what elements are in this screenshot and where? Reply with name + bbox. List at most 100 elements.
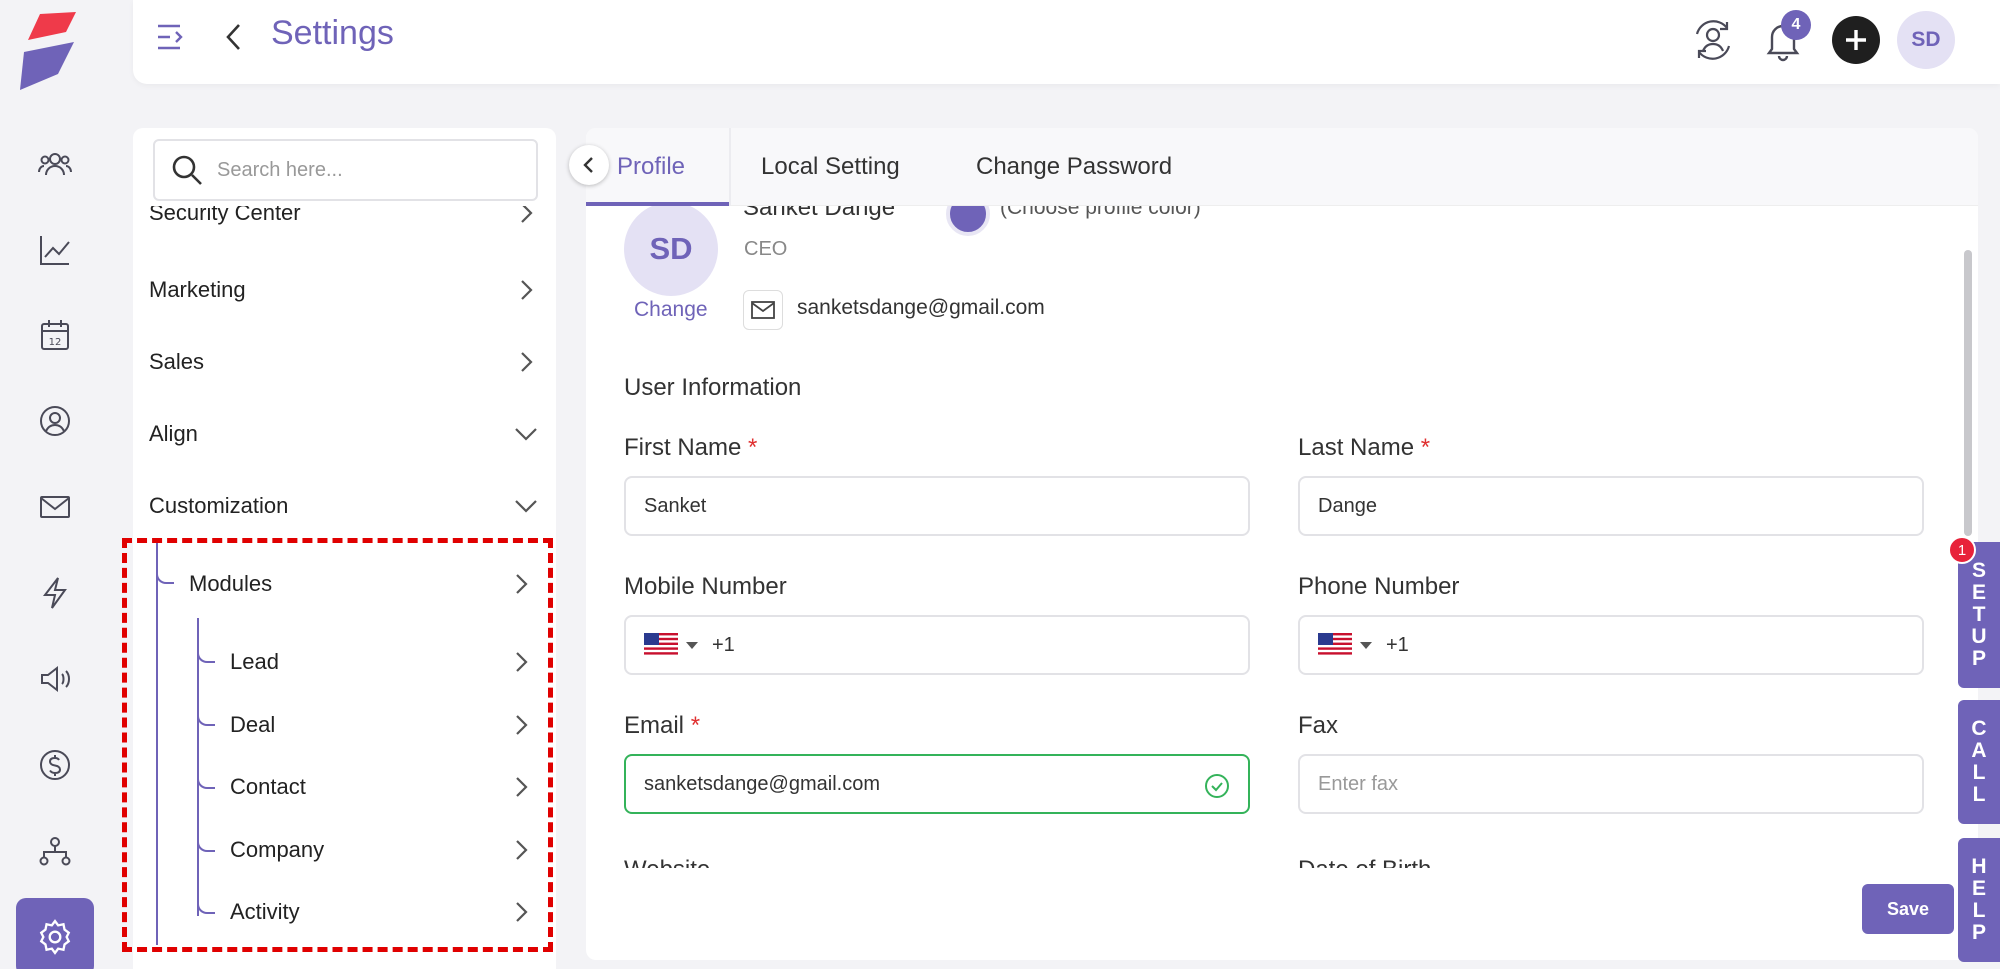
submenu-item-label: Lead bbox=[230, 649, 279, 674]
users-icon[interactable] bbox=[31, 140, 79, 188]
menu-item-security-center[interactable]: Security Center bbox=[149, 206, 539, 240]
chevron-right-icon bbox=[516, 715, 528, 735]
email-label: Email * bbox=[624, 712, 700, 740]
first-name-label: First Name * bbox=[624, 434, 757, 462]
top-bar: Settings bbox=[133, 0, 2000, 84]
settings-icon[interactable] bbox=[16, 898, 94, 969]
search-input[interactable] bbox=[217, 158, 517, 182]
call-side-tab[interactable]: C A L L bbox=[1958, 700, 2000, 824]
menu-item-label: Customization bbox=[149, 493, 289, 518]
sidebar-toggle-icon[interactable] bbox=[155, 20, 189, 54]
us-flag-icon[interactable] bbox=[1318, 633, 1352, 657]
menu-item-sales[interactable]: Sales bbox=[149, 338, 539, 386]
menu-item-customization[interactable]: Customization bbox=[149, 482, 539, 530]
contacts-icon[interactable] bbox=[31, 397, 79, 445]
mail-icon[interactable] bbox=[31, 483, 79, 531]
user-avatar[interactable]: SD bbox=[1897, 11, 1955, 69]
field-value: Dange bbox=[1318, 494, 1377, 517]
tab-profile[interactable]: Profile bbox=[617, 128, 685, 206]
phone-number-field[interactable]: +1 bbox=[1298, 615, 1924, 675]
add-button[interactable] bbox=[1832, 16, 1880, 64]
last-name-label: Last Name * bbox=[1298, 434, 1430, 462]
analytics-icon[interactable] bbox=[31, 226, 79, 274]
tab-letter: E bbox=[1971, 877, 1986, 900]
menu-item-modules[interactable]: Modules bbox=[189, 562, 534, 606]
website-label: Website bbox=[624, 856, 710, 868]
first-name-field[interactable]: Sanket bbox=[624, 476, 1250, 536]
automation-icon[interactable] bbox=[31, 569, 79, 617]
submenu-item-label: Contact bbox=[230, 774, 306, 799]
profile-scroll-area[interactable]: SD Change Sanket Dange CEO (Choose profi… bbox=[586, 206, 1978, 960]
billing-icon[interactable] bbox=[31, 741, 79, 789]
tab-letter: P bbox=[1971, 921, 1986, 944]
chevron-down-icon bbox=[515, 428, 537, 441]
country-dropdown-caret[interactable] bbox=[686, 641, 698, 649]
setup-side-tab[interactable]: S E T U P bbox=[1958, 542, 2000, 688]
menu-item-label: Align bbox=[149, 421, 198, 446]
submenu-item-contact[interactable]: Contact bbox=[230, 765, 534, 809]
date-of-birth-label: Date of Birth bbox=[1298, 856, 1431, 868]
vertical-scrollbar[interactable] bbox=[1964, 250, 1972, 536]
svg-text:12: 12 bbox=[49, 337, 62, 348]
campaign-icon[interactable] bbox=[31, 655, 79, 703]
dial-code: +1 bbox=[1386, 633, 1409, 656]
menu-item-marketing[interactable]: Marketing bbox=[149, 266, 539, 314]
profile-name: Sanket Dange bbox=[743, 206, 896, 221]
chevron-left-icon bbox=[583, 157, 593, 173]
tab-letter: H bbox=[1971, 855, 1987, 878]
phone-number-label: Phone Number bbox=[1298, 573, 1460, 600]
tab-local-setting[interactable]: Local Setting bbox=[761, 128, 900, 206]
submenu-item-lead[interactable]: Lead bbox=[230, 640, 534, 684]
us-flag-icon[interactable] bbox=[644, 633, 678, 657]
page-title: Settings bbox=[271, 14, 394, 52]
menu-item-label: Sales bbox=[149, 349, 205, 374]
app-logo[interactable] bbox=[18, 12, 84, 90]
menu-item-align[interactable]: Align bbox=[149, 410, 539, 458]
hierarchy-icon[interactable] bbox=[31, 827, 79, 875]
profile-panel: Profile Local Setting Change Password SD… bbox=[586, 128, 1978, 960]
required-mark: * bbox=[690, 712, 701, 739]
change-avatar-link[interactable]: Change bbox=[634, 298, 708, 322]
submenu-item-deal[interactable]: Deal bbox=[230, 703, 534, 747]
notification-badge: 4 bbox=[1781, 10, 1811, 40]
dial-code: +1 bbox=[712, 633, 735, 656]
fax-field[interactable]: Enter fax bbox=[1298, 754, 1924, 814]
left-rail: 12 bbox=[0, 0, 110, 969]
tab-letter: S bbox=[1971, 559, 1986, 582]
chevron-right-icon bbox=[521, 352, 533, 372]
label-text: Last Name bbox=[1298, 434, 1415, 461]
menu-item-label: Marketing bbox=[149, 277, 246, 302]
calendar-icon[interactable]: 12 bbox=[31, 311, 79, 359]
profile-color-hint: (Choose profile color) bbox=[1000, 206, 1201, 219]
tab-letter: P bbox=[1971, 647, 1986, 670]
switch-user-icon[interactable] bbox=[1685, 12, 1741, 68]
tab-letter: T bbox=[1972, 603, 1986, 626]
tab-letter: A bbox=[1971, 739, 1987, 762]
save-button[interactable]: Save bbox=[1862, 884, 1954, 934]
tab-letter: E bbox=[1971, 581, 1986, 604]
tab-letter: L bbox=[1972, 761, 1986, 784]
envelope-icon bbox=[743, 290, 783, 330]
submenu-item-company[interactable]: Company bbox=[230, 828, 534, 872]
fax-label: Fax bbox=[1298, 712, 1339, 739]
submenu-item-activity[interactable]: Activity bbox=[230, 890, 534, 934]
tab-change-password[interactable]: Change Password bbox=[976, 128, 1172, 206]
chevron-down-icon bbox=[515, 500, 537, 513]
tab-divider bbox=[729, 128, 731, 206]
chevron-right-icon bbox=[516, 574, 528, 594]
profile-color-swatch[interactable] bbox=[946, 206, 990, 236]
settings-search[interactable] bbox=[153, 139, 538, 201]
label-text: First Name bbox=[624, 434, 742, 461]
collapse-panel-button[interactable] bbox=[569, 145, 609, 185]
profile-email: sanketsdange@gmail.com bbox=[797, 296, 1045, 319]
help-side-tab[interactable]: H E L P bbox=[1958, 838, 2000, 962]
chevron-right-icon bbox=[516, 777, 528, 797]
required-mark: * bbox=[1420, 434, 1431, 461]
last-name-field[interactable]: Dange bbox=[1298, 476, 1924, 536]
email-field[interactable]: sanketsdange@gmail.com bbox=[624, 754, 1250, 814]
required-mark: * bbox=[748, 434, 758, 461]
mobile-number-field[interactable]: +1 bbox=[624, 615, 1250, 675]
back-arrow-icon[interactable] bbox=[219, 20, 249, 54]
submenu-item-label: Activity bbox=[230, 899, 300, 924]
country-dropdown-caret[interactable] bbox=[1360, 641, 1372, 649]
